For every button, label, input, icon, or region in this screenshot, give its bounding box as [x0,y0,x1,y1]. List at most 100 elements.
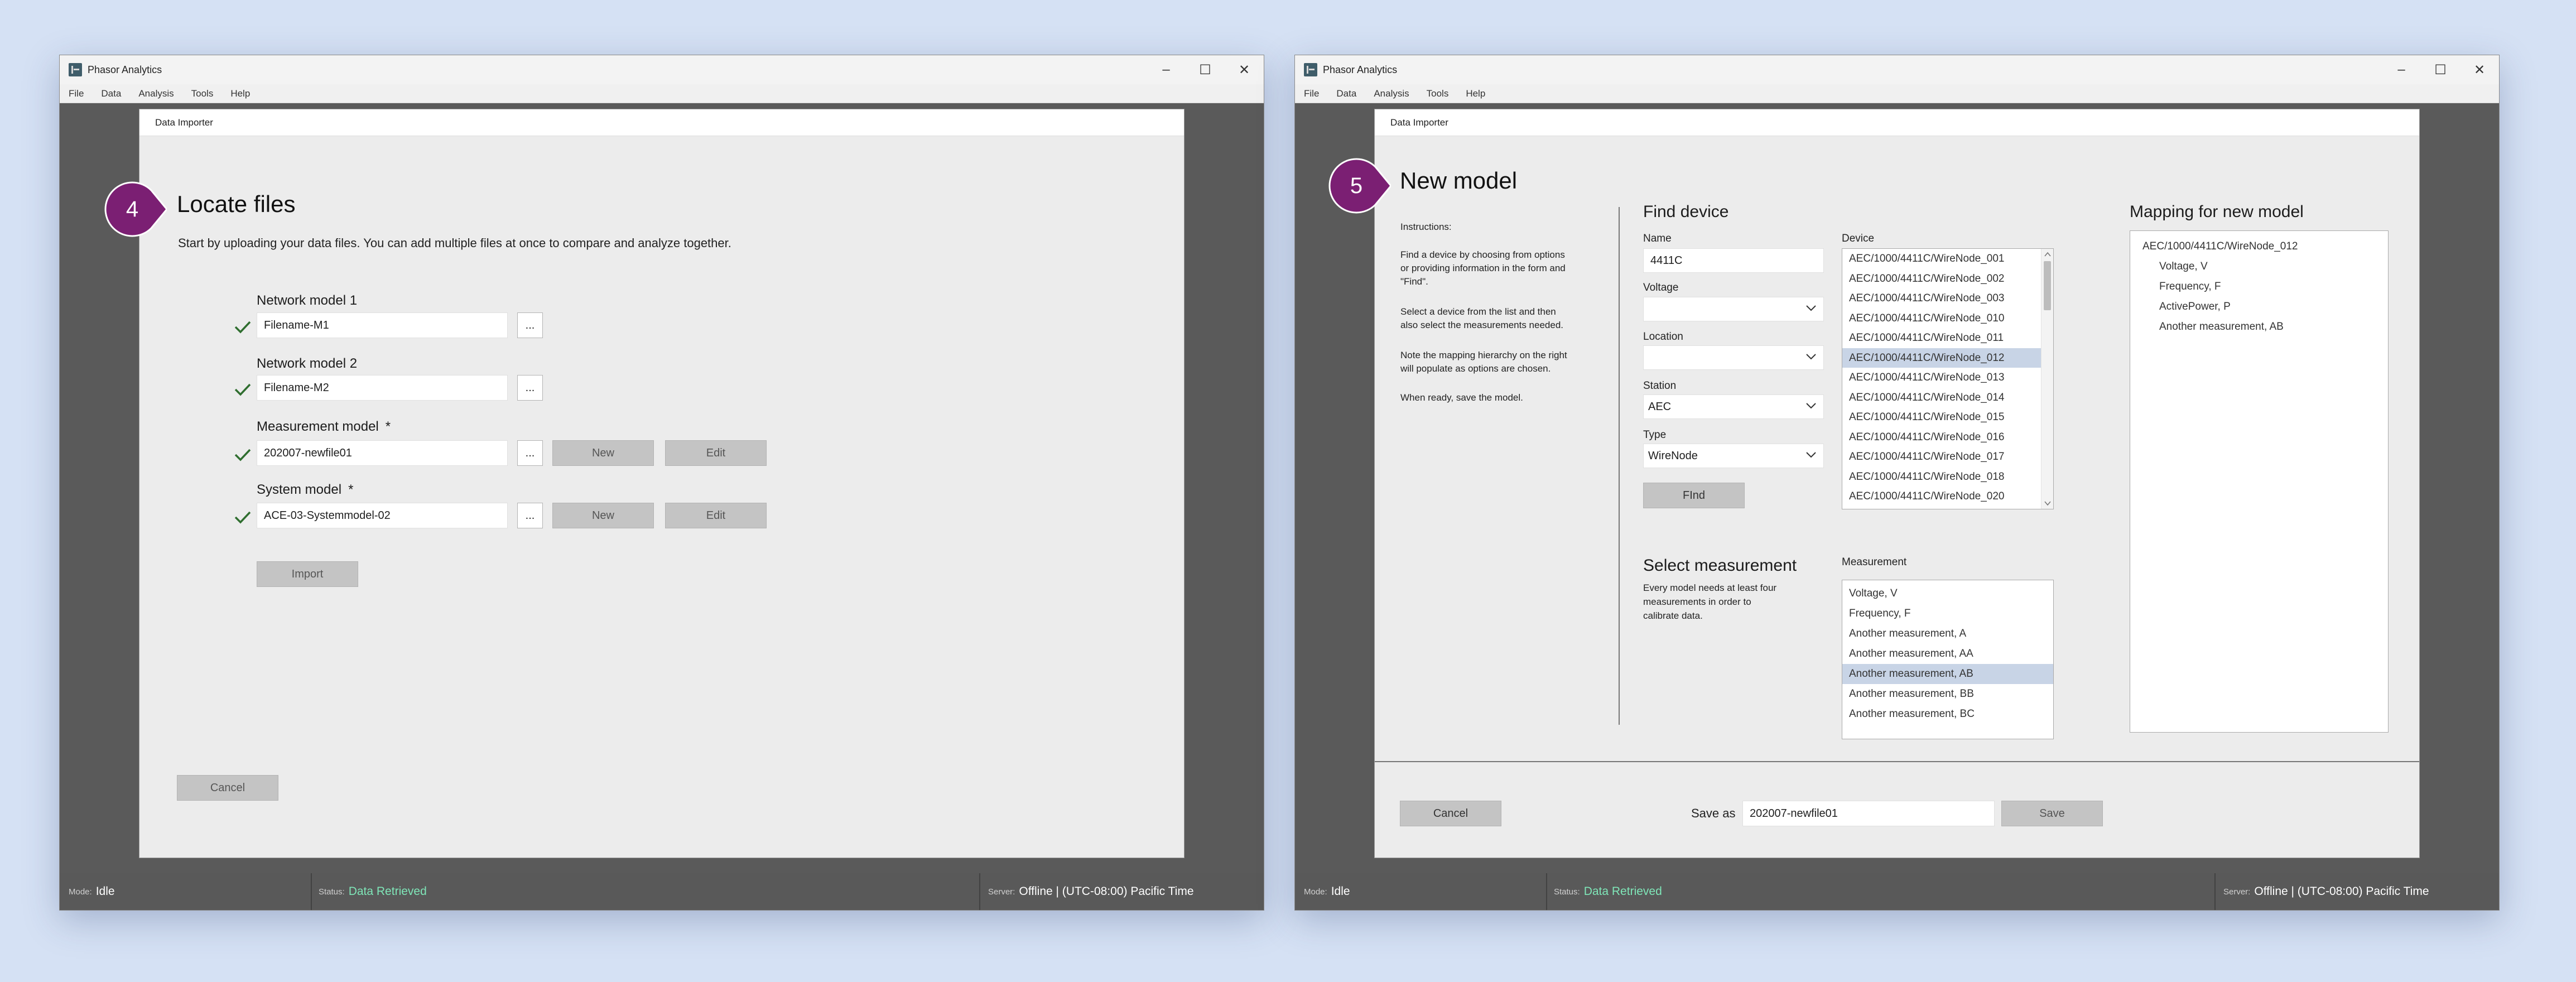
device-list-scrollbar[interactable] [2041,249,2053,509]
menu-file[interactable]: File [69,88,84,99]
cancel-button[interactable]: Cancel [1400,801,1501,826]
mode-value: Idle [95,885,115,898]
name-label: Name [1643,233,1672,244]
new-button[interactable]: New [552,503,654,528]
save-as-label: Save as [1691,806,1736,820]
menu-tools[interactable]: Tools [191,88,214,99]
device-list-item[interactable]: AEC/1000/4411C/WireNode_018 [1842,467,2041,487]
device-list-item[interactable]: AEC/1000/4411C/WireNode_017 [1842,447,2041,467]
menu-help[interactable]: Help [230,88,250,99]
app-window-locate-files: Phasor Analytics – ☐ ✕ File Data Analysi… [59,55,1264,911]
edit-button[interactable]: Edit [665,440,767,466]
device-list-item[interactable]: AEC/1000/4411C/WireNode_011 [1842,328,2041,348]
name-input[interactable]: 4411C [1643,248,1824,273]
browse-button[interactable]: ... [517,440,543,466]
device-list: AEC/1000/4411C/WireNode_001 AEC/1000/4411… [1842,248,2054,509]
device-list-item[interactable]: AEC/1000/4411C/WireNode_013 [1842,368,2041,388]
select-measurement-title: Select measurement [1643,556,1797,575]
browse-button[interactable]: ... [517,312,543,338]
measurement-list-item[interactable]: Voltage, V [1842,584,2053,604]
status-label: Status: [1554,887,1580,897]
scroll-down-icon[interactable] [2043,500,2052,507]
menu-bar: File Data Analysis Tools Help [1295,84,2499,103]
edit-button[interactable]: Edit [665,503,767,528]
scroll-thumb[interactable] [2044,261,2051,310]
section-divider [1619,207,1620,725]
app-logo-icon [1304,63,1317,76]
server-label: Server: [2223,887,2251,897]
maximize-icon[interactable]: ☐ [2421,55,2460,84]
close-icon[interactable]: ✕ [1225,55,1264,84]
minimize-icon[interactable]: – [1147,55,1186,84]
device-list-item[interactable]: AEC/1000/4411C/WireNode_003 [1842,288,2041,309]
mapping-tree: AEC/1000/4411C/WireNode_012 Voltage, V Fr… [2130,230,2389,733]
browse-button[interactable]: ... [517,503,543,528]
menu-analysis[interactable]: Analysis [1374,88,1409,99]
measurement-list-item[interactable]: Another measurement, BC [1842,704,2053,724]
cancel-button[interactable]: Cancel [177,775,278,801]
measurement-list-item[interactable]: Another measurement, A [1842,624,2053,644]
location-select[interactable] [1643,345,1824,370]
system-model-input[interactable]: ACE-03-Systemmodel-02 [257,503,508,528]
measurement-note: Every model needs at least four measurem… [1643,583,1777,621]
save-button[interactable]: Save [2001,801,2103,826]
device-list-item[interactable]: AEC/1000/4411C/WireNode_016 [1842,427,2041,447]
status-value: Data Retrieved [348,885,427,898]
type-label: Type [1643,429,1667,441]
device-list-item[interactable]: AEC/1000/4411C/WireNode_015 [1842,407,2041,427]
app-title: Phasor Analytics [1323,64,1398,75]
menu-data[interactable]: Data [1336,88,1356,99]
type-select[interactable]: WireNode [1643,444,1824,468]
app-logo-icon [69,63,82,76]
menu-help[interactable]: Help [1466,88,1485,99]
menu-bar: File Data Analysis Tools Help [60,84,1264,103]
close-icon[interactable]: ✕ [2460,55,2499,84]
page-title: Locate files [177,191,296,217]
measurement-list-item[interactable]: Frequency, F [1842,604,2053,624]
measurement-list-item[interactable]: Another measurement, AB [1842,664,2053,684]
required-marker: * [385,419,391,434]
measurement-list-item[interactable]: Another measurement, AA [1842,644,2053,664]
menu-tools[interactable]: Tools [1427,88,1449,99]
footer-divider [1375,761,2419,762]
save-as-input[interactable]: 202007-newfile01 [1742,801,1995,826]
location-label: Location [1643,331,1683,343]
scroll-up-icon[interactable] [2043,251,2052,258]
instructions-paragraph: When ready, save the model. [1400,392,1523,403]
minimize-icon[interactable]: – [2382,55,2421,84]
find-device-title: Find device [1643,203,1729,221]
network-model-2-input[interactable]: Filename-M2 [257,375,508,401]
network-model-1-input[interactable]: Filename-M1 [257,312,508,338]
import-button[interactable]: Import [257,561,358,587]
server-value: Offline | (UTC-08:00) Pacific Time [2254,885,2429,898]
device-list-item[interactable]: AEC/1000/4411C/WireNode_001 [1842,249,2041,269]
device-list-item[interactable]: AEC/1000/4411C/WireNode_014 [1842,388,2041,408]
menu-file[interactable]: File [1304,88,1319,99]
new-button[interactable]: New [552,440,654,466]
chevron-down-icon [1806,452,1816,458]
device-list-item[interactable]: AEC/1000/4411C/WireNode_010 [1842,309,2041,329]
find-button[interactable]: FInd [1643,483,1745,508]
device-label: Device [1842,233,1875,244]
network-model-2-label: Network model 2 [257,356,358,371]
step-number: 5 [1350,174,1362,198]
menu-analysis[interactable]: Analysis [138,88,174,99]
voltage-select[interactable] [1643,297,1824,321]
check-icon [234,383,251,396]
maximize-icon[interactable]: ☐ [1186,55,1225,84]
required-marker: * [348,482,354,497]
menu-data[interactable]: Data [101,88,121,99]
status-bar: Mode: Idle Status: Data Retrieved Server: O… [60,873,1264,910]
dialog-title: Data Importer [155,117,213,128]
device-list-item[interactable]: AEC/1000/4411C/WireNode_012 [1842,348,2041,368]
measurement-model-input[interactable]: 202007-newfile01 [257,440,508,466]
status-value: Data Retrieved [1583,885,1662,898]
measurement-list-item[interactable]: Another measurement, BB [1842,684,2053,704]
device-rows: AEC/1000/4411C/WireNode_001 AEC/1000/4411… [1842,249,2053,507]
station-select[interactable]: AEC [1643,394,1824,419]
device-list-item[interactable]: AEC/1000/4411C/WireNode_020 [1842,487,2041,507]
browse-button[interactable]: ... [517,375,543,401]
device-list-item[interactable]: AEC/1000/4411C/WireNode_002 [1842,269,2041,289]
mapping-tree-item: Frequency, F [2159,281,2221,292]
dialog-title-bar: Data Importer [139,109,1184,136]
